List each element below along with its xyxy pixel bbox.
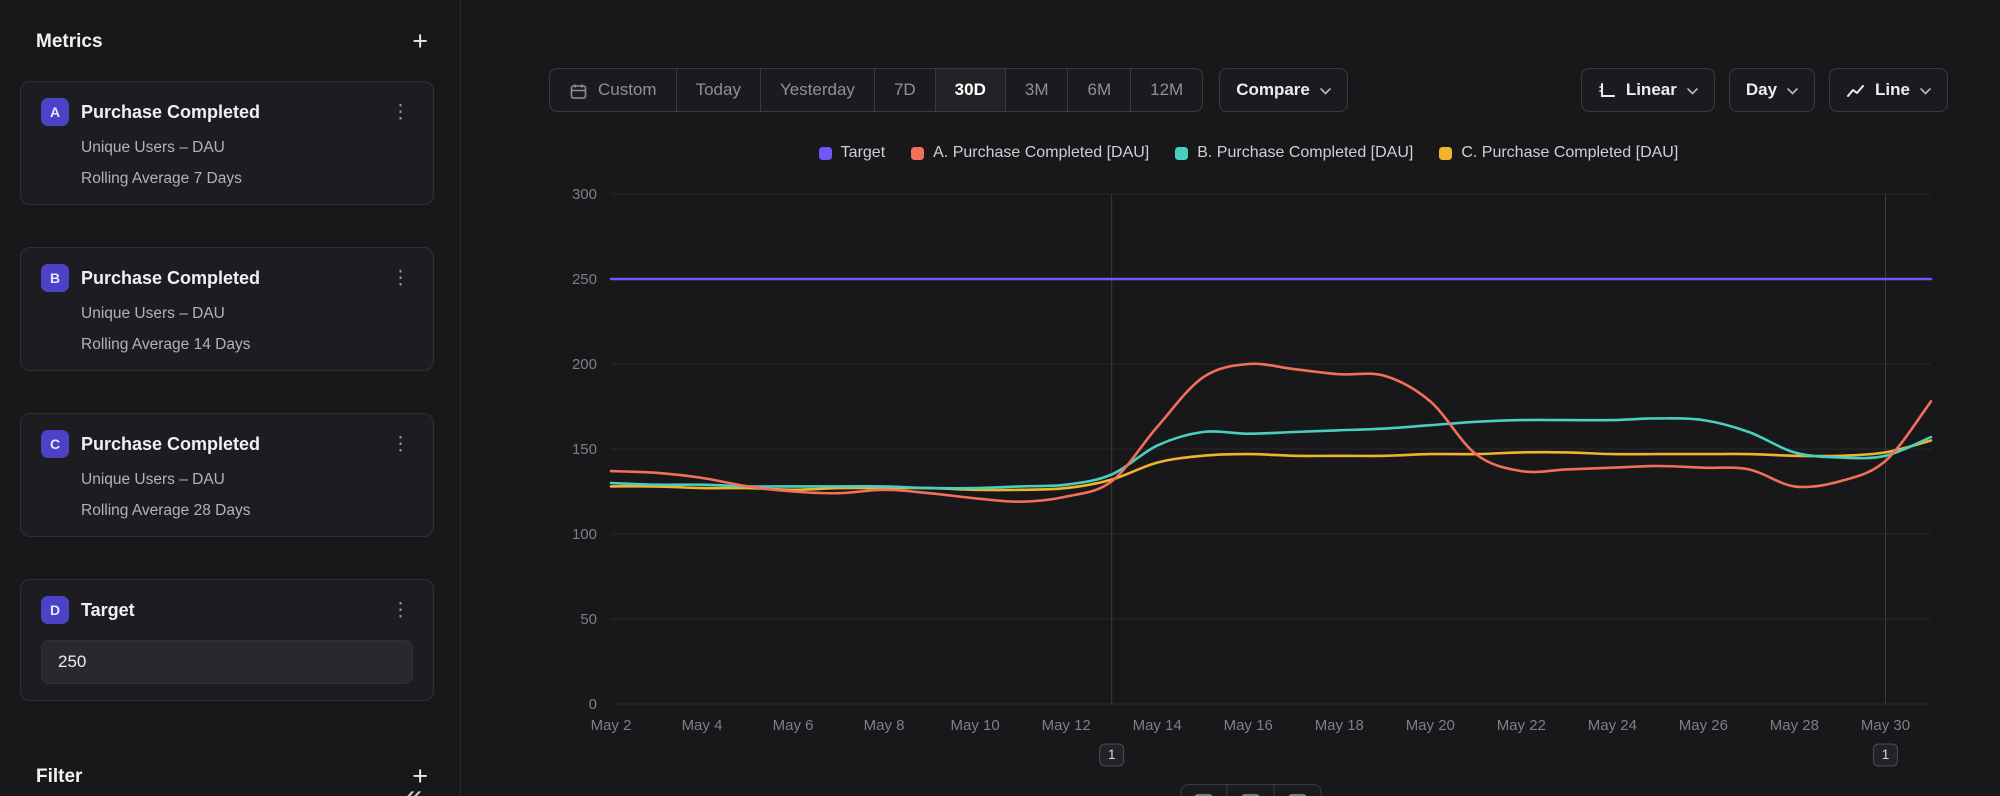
metric-name: Purchase Completed	[81, 102, 376, 123]
view-toggle-chart-button[interactable]	[1180, 784, 1227, 796]
x-axis-tick-label: May 2	[591, 717, 632, 734]
metric-card-c[interactable]: C Purchase Completed ⋮ Unique Users – DA…	[20, 413, 434, 537]
view-toggle-table-button[interactable]	[1274, 784, 1321, 796]
metric-transform[interactable]: Rolling Average 28 Days	[81, 502, 413, 520]
x-axis-tick-label: May 26	[1679, 717, 1728, 734]
date-range-custom[interactable]: Custom	[550, 69, 677, 111]
metric-menu-button[interactable]: ⋮	[388, 269, 413, 288]
y-axis-tick-label: 100	[572, 526, 597, 543]
metric-transform[interactable]: Rolling Average 7 Days	[81, 170, 413, 188]
target-menu-button[interactable]: ⋮	[388, 601, 413, 620]
date-range-today[interactable]: Today	[677, 69, 761, 111]
metric-measure[interactable]: Unique Users – DAU	[81, 305, 413, 323]
view-toggle-split-button[interactable]	[1227, 784, 1274, 796]
legend-swatch	[1175, 147, 1188, 160]
legend-swatch	[1439, 147, 1452, 160]
y-axis-tick-label: 0	[589, 696, 597, 713]
metric-name: Purchase Completed	[81, 268, 376, 289]
metric-card-b[interactable]: B Purchase Completed ⋮ Unique Users – DA…	[20, 247, 434, 371]
y-axis-tick-label: 200	[572, 356, 597, 373]
chart-legend: Target A. Purchase Completed [DAU] B. Pu…	[549, 144, 1948, 162]
metrics-title: Metrics	[36, 31, 103, 53]
collapse-sidebar-icon[interactable]: «	[405, 781, 422, 796]
chevron-down-icon	[1787, 88, 1798, 95]
filter-title: Filter	[36, 766, 82, 788]
x-axis-tick-label: May 16	[1224, 717, 1273, 734]
compare-button[interactable]: Compare	[1219, 68, 1348, 112]
legend-swatch	[819, 147, 832, 160]
metric-transform[interactable]: Rolling Average 14 Days	[81, 336, 413, 354]
date-range-12m[interactable]: 12M	[1131, 69, 1202, 111]
metric-card-a[interactable]: A Purchase Completed ⋮ Unique Users – DA…	[20, 81, 434, 205]
target-card[interactable]: D Target ⋮	[20, 579, 434, 701]
legend-item-a[interactable]: A. Purchase Completed [DAU]	[911, 144, 1149, 162]
x-axis-tick-label: May 18	[1315, 717, 1364, 734]
target-badge-d: D	[41, 596, 69, 624]
legend-item-c[interactable]: C. Purchase Completed [DAU]	[1439, 144, 1678, 162]
chevron-down-icon	[1920, 88, 1931, 95]
date-range-6m[interactable]: 6M	[1068, 69, 1131, 111]
legend-swatch	[911, 147, 924, 160]
add-metric-button[interactable]: +	[412, 28, 428, 55]
granularity-button[interactable]: Day	[1729, 68, 1815, 112]
chart-type-button[interactable]: Line	[1829, 68, 1948, 112]
filter-header: Filter +	[20, 763, 434, 790]
calendar-icon	[569, 82, 588, 101]
chart-panel: Custom Today Yesterday 7D 30D 3M 6M 12M …	[461, 0, 2000, 796]
x-axis-tick-label: May 10	[950, 717, 999, 734]
x-axis-tick-label: May 30	[1861, 717, 1910, 734]
target-value-input[interactable]	[41, 640, 413, 684]
date-range-30d[interactable]: 30D	[936, 69, 1006, 111]
target-name: Target	[81, 600, 376, 621]
x-axis-tick-label: May 6	[773, 717, 814, 734]
annotation-marker-label: 1	[1882, 747, 1890, 762]
metric-measure[interactable]: Unique Users – DAU	[81, 139, 413, 157]
x-axis-tick-label: May 12	[1042, 717, 1091, 734]
metric-badge-b: B	[41, 264, 69, 292]
metric-menu-button[interactable]: ⋮	[388, 103, 413, 122]
chevron-down-icon	[1320, 88, 1331, 95]
line-chart-icon	[1846, 83, 1865, 99]
legend-item-target[interactable]: Target	[819, 144, 885, 162]
metric-name: Purchase Completed	[81, 434, 376, 455]
metrics-header: Metrics +	[20, 28, 434, 55]
x-axis-tick-label: May 28	[1770, 717, 1819, 734]
app-root: Metrics + A Purchase Completed ⋮ Unique …	[0, 0, 2000, 796]
date-range-control: Custom Today Yesterday 7D 30D 3M 6M 12M	[549, 68, 1203, 112]
view-toggle-group	[1180, 784, 1321, 796]
x-axis-tick-label: May 14	[1133, 717, 1182, 734]
metric-badge-a: A	[41, 98, 69, 126]
legend-item-b[interactable]: B. Purchase Completed [DAU]	[1175, 144, 1413, 162]
metric-measure[interactable]: Unique Users – DAU	[81, 471, 413, 489]
series-line-3[interactable]	[611, 441, 1931, 491]
axis-scale-icon	[1598, 82, 1616, 100]
date-range-3m[interactable]: 3M	[1006, 69, 1069, 111]
x-axis-tick-label: May 4	[682, 717, 723, 734]
chart-toolbar: Custom Today Yesterday 7D 30D 3M 6M 12M …	[549, 68, 1948, 112]
metric-badge-c: C	[41, 430, 69, 458]
y-axis-tick-label: 250	[572, 271, 597, 288]
x-axis-tick-label: May 20	[1406, 717, 1455, 734]
chevron-down-icon	[1687, 88, 1698, 95]
metrics-line-chart[interactable]: 0 50 100 150 200 250 300 1 1 May 2 May 4 May 6 May 8…	[549, 168, 1945, 768]
y-axis-tick-label: 300	[572, 186, 597, 203]
annotation-marker-label: 1	[1108, 747, 1116, 762]
y-axis-tick-label: 150	[572, 441, 597, 458]
date-range-7d[interactable]: 7D	[875, 69, 936, 111]
x-axis-tick-label: May 22	[1497, 717, 1546, 734]
sidebar: Metrics + A Purchase Completed ⋮ Unique …	[0, 0, 461, 796]
y-axis-tick-label: 50	[580, 611, 597, 628]
x-axis-tick-label: May 8	[864, 717, 905, 734]
date-range-yesterday[interactable]: Yesterday	[761, 69, 875, 111]
metric-menu-button[interactable]: ⋮	[388, 435, 413, 454]
x-axis-tick-label: May 24	[1588, 717, 1637, 734]
scale-button[interactable]: Linear	[1581, 68, 1715, 112]
